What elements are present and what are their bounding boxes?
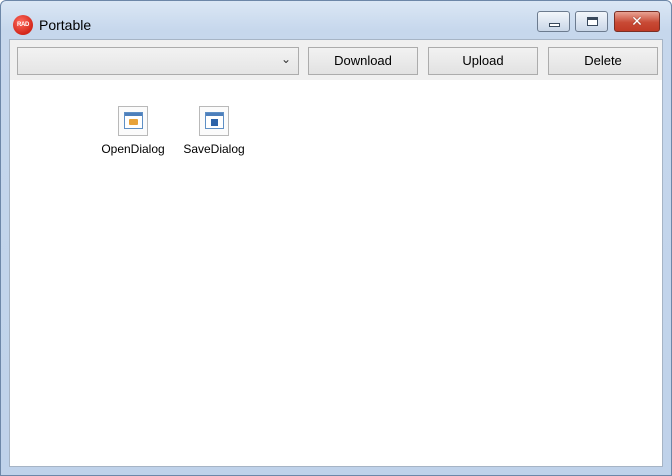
toolbar: ⌄ Download Upload Delete: [10, 40, 662, 80]
save-dialog-label: SaveDialog: [183, 142, 245, 156]
save-dialog-icon: [199, 106, 229, 136]
window-title: Portable: [39, 17, 92, 33]
minimize-button[interactable]: [537, 11, 570, 32]
download-button[interactable]: Download: [308, 47, 418, 75]
app-window: RAD Portable ✕ ⌄ Download Upload Delete …: [0, 0, 672, 476]
app-icon-text: RAD: [16, 22, 30, 28]
title-bar[interactable]: RAD Portable ✕: [1, 1, 671, 35]
save-dialog-component[interactable]: SaveDialog: [178, 106, 250, 156]
open-dialog-label: OpenDialog: [101, 142, 165, 156]
close-button[interactable]: ✕: [614, 11, 660, 32]
close-icon: ✕: [631, 13, 643, 29]
file-combo-box[interactable]: ⌄: [17, 47, 299, 75]
chevron-down-icon[interactable]: ⌄: [281, 52, 291, 66]
maximize-button[interactable]: [575, 11, 608, 32]
open-dialog-icon: [118, 106, 148, 136]
form-client-area: ⌄ Download Upload Delete OpenDialog Save…: [9, 39, 663, 467]
delete-button[interactable]: Delete: [548, 47, 658, 75]
rad-app-icon[interactable]: RAD: [13, 15, 33, 35]
minimize-icon: [549, 23, 560, 27]
upload-button[interactable]: Upload: [428, 47, 538, 75]
open-dialog-component[interactable]: OpenDialog: [96, 106, 170, 156]
maximize-icon: [587, 17, 598, 26]
